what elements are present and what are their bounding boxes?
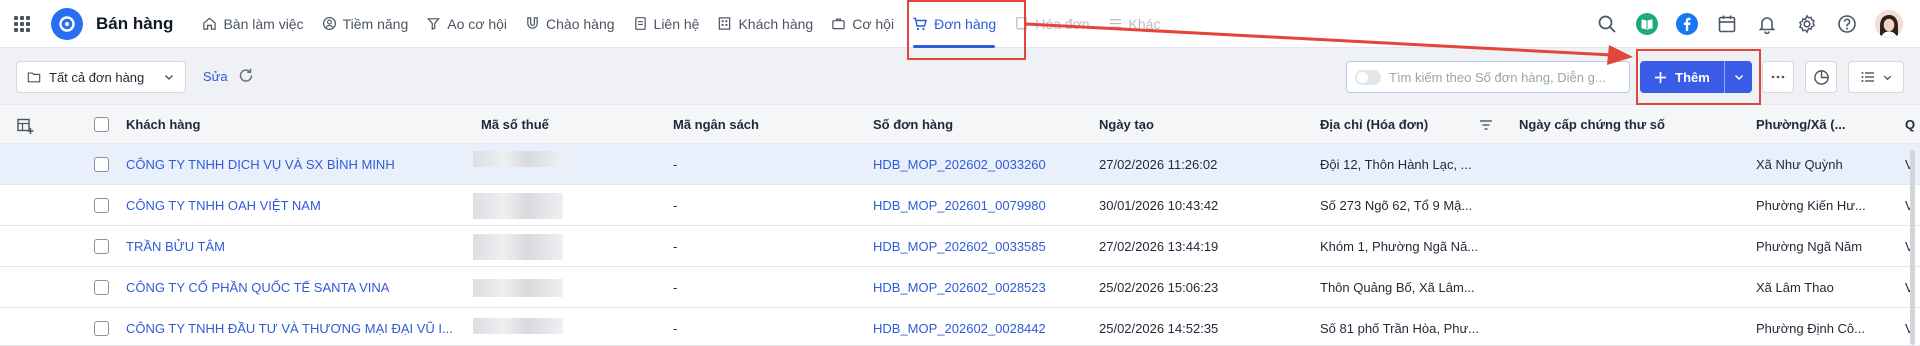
annotation-arrow (1025, 22, 1633, 65)
